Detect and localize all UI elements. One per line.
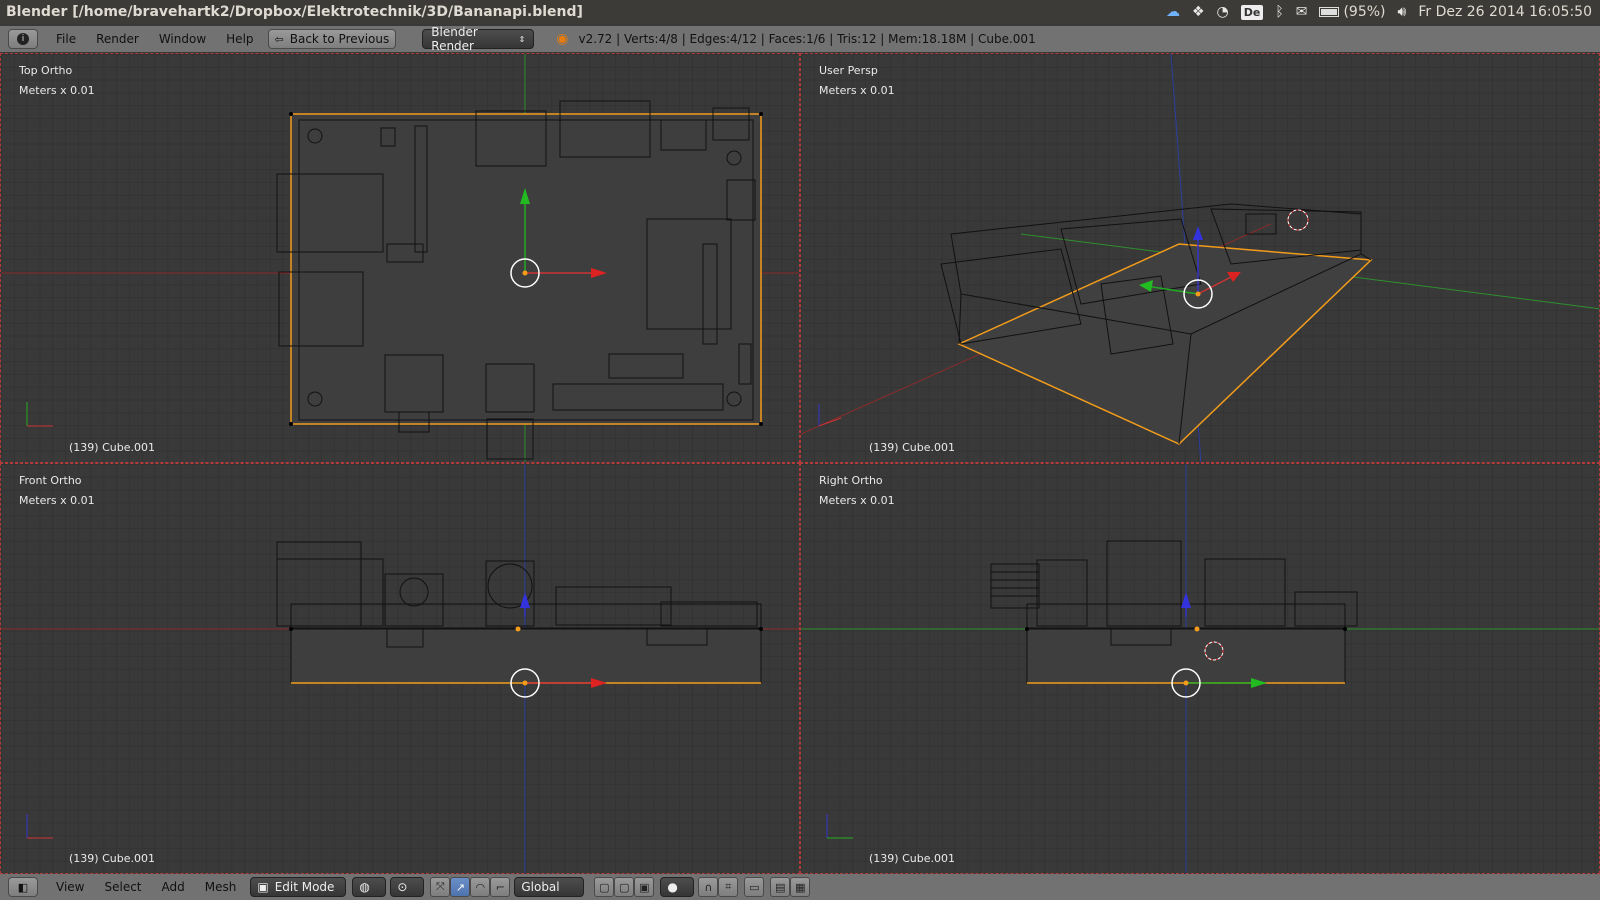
battery-percent: (95%) [1343, 4, 1386, 20]
view3d-header: ◧ View Select Add Mesh ▣ Edit Mode ◍ ⊙ ⤧… [0, 874, 1600, 900]
dropbox-icon[interactable]: ❖ [1192, 4, 1205, 20]
active-object-label: (139) Cube.001 [869, 852, 955, 865]
viewport-top-ortho[interactable]: Top Ortho Meters x 0.01 (139) Cube.001 [0, 53, 800, 463]
render-engine-value: Blender Render [431, 25, 478, 53]
render-animation-button[interactable]: ▤ [770, 877, 791, 897]
front-ortho-scene [1, 464, 799, 873]
user-persp-scene [801, 54, 1599, 462]
mode-value: Edit Mode [274, 880, 335, 894]
rotate-icon: ◠ [475, 880, 486, 894]
window-title: Blender [/home/bravehartk2/Dropbox/Elekt… [6, 4, 583, 20]
transform-orientation-select[interactable]: Global [514, 877, 585, 897]
snap-element-select[interactable]: ⌗ [718, 877, 739, 897]
render-movie-button[interactable]: ▦ [790, 877, 811, 897]
render-opengl-button[interactable]: ▭ [744, 877, 765, 897]
render-icon: ▤ [775, 880, 786, 894]
clock[interactable]: Fr Dez 26 2014 16:05:50 [1418, 4, 1592, 20]
scale-manipulator-button[interactable]: ⌐ [490, 877, 511, 897]
camera-icon: ▭ [749, 880, 760, 894]
scene-stats: v2.72 | Verts:4/8 | Edges:4/12 | Faces:1… [578, 32, 1036, 46]
active-object-label: (139) Cube.001 [69, 852, 155, 865]
right-ortho-scene [801, 464, 1599, 873]
snap-toggle[interactable]: ∩ [698, 877, 719, 897]
rotate-manipulator-button[interactable]: ◠ [470, 877, 491, 897]
scale-icon: ⌐ [495, 880, 505, 894]
menu-view[interactable]: View [46, 880, 94, 894]
cube-icon: ▢ [599, 880, 610, 894]
battery-indicator[interactable]: (95%) [1319, 4, 1386, 20]
viewport-user-persp[interactable]: User Persp Meters x 0.01 (139) Cube.001 [800, 53, 1600, 463]
info-header: i File Render Window Help ⇦ Back to Prev… [0, 25, 1600, 53]
mail-icon[interactable]: ✉ [1296, 4, 1308, 20]
active-object-label: (139) Cube.001 [69, 441, 155, 454]
orientation-value: Global [521, 880, 560, 894]
editor-type-button[interactable]: i [8, 29, 38, 49]
clapper-icon: ▦ [795, 880, 806, 894]
layer-button-2[interactable]: ▢ [614, 877, 635, 897]
pivot-icon: ⊙ [397, 880, 408, 894]
menu-mesh[interactable]: Mesh [195, 880, 247, 894]
manipulator-toggle[interactable]: ⤧ [430, 877, 451, 897]
back-to-previous-button[interactable]: ⇦ Back to Previous [267, 29, 397, 49]
proportional-icon: ● [667, 880, 678, 894]
edit-mode-icon: ▣ [257, 880, 269, 894]
viewport-right-ortho[interactable]: Right Ortho Meters x 0.01 (139) Cube.001 [800, 463, 1600, 874]
viewport-shading-select[interactable]: ◍ [352, 877, 387, 897]
bluetooth-icon[interactable]: ᛒ [1275, 4, 1283, 20]
selected-face[interactable] [957, 243, 1373, 445]
cube-icon: ▣ [639, 880, 650, 894]
info-icon: i [17, 33, 29, 45]
layer-button-3[interactable]: ▣ [634, 877, 655, 897]
manipulator-icon: ⤧ [435, 880, 445, 893]
volume-icon[interactable]: 🔊︎ [1398, 4, 1407, 20]
arrow-icon: ↗ [455, 880, 465, 894]
cube-icon: ▢ [619, 880, 630, 894]
viewport-front-ortho[interactable]: Front Ortho Meters x 0.01 (139) Cube.001 [0, 463, 800, 874]
render-engine-select[interactable]: Blender Render ⇕ [422, 25, 535, 53]
menu-select[interactable]: Select [94, 880, 151, 894]
mode-select[interactable]: ▣ Edit Mode [250, 877, 347, 897]
battery-icon [1319, 7, 1340, 17]
layer-button-1[interactable]: ▢ [594, 877, 615, 897]
blender-logo-icon: ◉ [556, 31, 569, 47]
os-top-bar: Blender [/home/bravehartk2/Dropbox/Elekt… [0, 0, 1600, 24]
selected-face[interactable] [290, 113, 762, 425]
menu-window[interactable]: Window [149, 32, 216, 46]
wifi-icon[interactable]: ◔ [1217, 4, 1229, 20]
keyboard-layout-indicator[interactable]: De [1240, 4, 1264, 20]
pivot-point-select[interactable]: ⊙ [390, 877, 425, 897]
updown-arrows-icon: ⇕ [518, 34, 526, 44]
magnet-icon: ∩ [704, 880, 713, 894]
menu-file[interactable]: File [46, 32, 86, 46]
top-ortho-scene [1, 54, 799, 462]
proportional-edit-select[interactable]: ● [660, 877, 695, 897]
cloud-icon[interactable]: ☁ [1166, 4, 1180, 20]
active-object-label: (139) Cube.001 [869, 441, 955, 454]
menu-render[interactable]: Render [86, 32, 149, 46]
menu-help[interactable]: Help [216, 32, 263, 46]
translate-manipulator-button[interactable]: ↗ [450, 877, 471, 897]
view3d-editor-icon: ◧ [17, 880, 29, 894]
back-to-previous-label: Back to Previous [289, 32, 390, 46]
menu-add[interactable]: Add [152, 880, 195, 894]
shading-icon: ◍ [359, 880, 370, 894]
system-tray: ☁ ❖ ◔ De ᛒ ✉ (95%) 🔊︎ Fr Dez 26 2014 16:… [1166, 0, 1592, 24]
back-icon: ⇦ [274, 32, 284, 46]
snap-grid-icon: ⌗ [725, 880, 732, 893]
editor-type-button[interactable]: ◧ [8, 877, 38, 897]
